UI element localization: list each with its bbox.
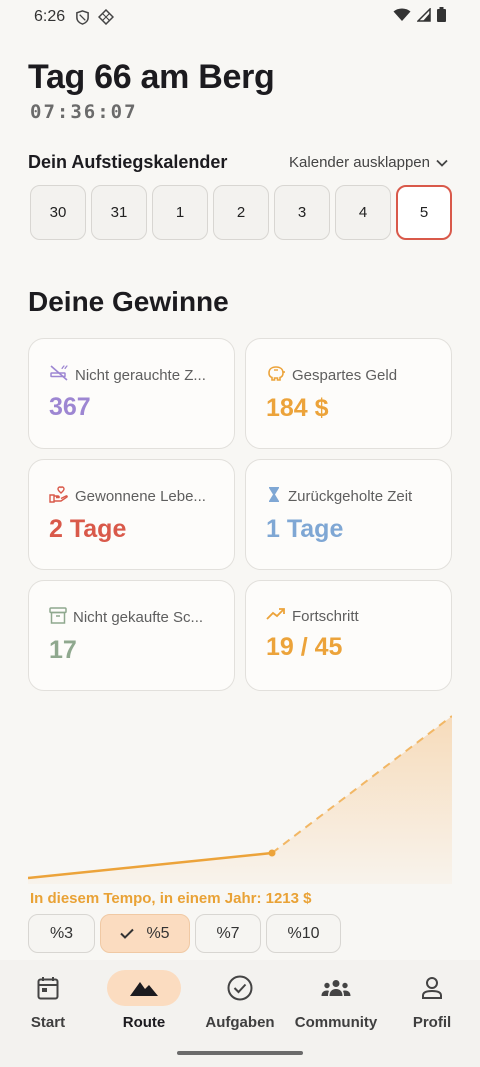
gain-value: 1 Tage	[266, 515, 344, 543]
calendar-day[interactable]: 4	[335, 185, 391, 240]
rate-option[interactable]: %10	[266, 914, 341, 953]
battery-icon	[437, 7, 446, 27]
elapsed-timer: 07:36:07	[30, 101, 138, 123]
expand-calendar-button[interactable]: Kalender ausklappen	[289, 154, 448, 171]
gain-value: 19 / 45	[266, 633, 343, 661]
calendar-title: Dein Aufstiegskalender	[28, 152, 228, 172]
gains-title: Deine Gewinne	[28, 286, 229, 317]
rate-option[interactable]: %7	[195, 914, 261, 953]
calendar-days: 30 31 1 2 3 4 5	[30, 185, 452, 240]
hand-heart-icon	[49, 486, 69, 507]
chevron-down-icon	[436, 154, 448, 171]
gain-label: Zurückgeholte Zeit	[288, 488, 413, 505]
rate-option-label: %5	[146, 924, 170, 942]
rate-option-selected[interactable]: %5	[100, 914, 190, 953]
calendar-header: Dein Aufstiegskalender Kalender ausklapp…	[28, 152, 448, 173]
calendar-day[interactable]: 1	[152, 185, 208, 240]
gain-value: 367	[49, 393, 91, 421]
nav-item-start[interactable]: Start	[0, 970, 96, 1031]
expand-calendar-label: Kalender ausklappen	[289, 154, 430, 171]
nav-label: Community	[294, 1014, 378, 1031]
gain-label: Nicht gekaufte Sc...	[73, 609, 204, 626]
nav-item-aufgaben[interactable]: Aufgaben	[192, 970, 288, 1031]
nav-label: Start	[30, 1014, 66, 1031]
piggy-bank-icon	[266, 365, 286, 386]
wifi-icon	[393, 8, 411, 27]
savings-projection-chart	[28, 715, 452, 884]
calendar-day[interactable]: 3	[274, 185, 330, 240]
gain-value: 2 Tage	[49, 515, 127, 543]
current-point	[268, 849, 276, 857]
calendar-icon	[0, 970, 96, 1006]
gain-label: Gewonnene Lebe...	[75, 488, 206, 505]
gain-value: 17	[49, 636, 77, 664]
calendar-day[interactable]: 2	[213, 185, 269, 240]
rate-option-label: %7	[216, 924, 240, 942]
nav-item-community[interactable]: Community	[288, 970, 384, 1031]
nav-label: Aufgaben	[205, 1014, 275, 1031]
person-icon	[384, 970, 480, 1006]
gain-card-life[interactable]: Gewonnene Lebe... 2 Tage	[28, 459, 235, 570]
gain-card-cigarettes[interactable]: Nicht gerauchte Z... 367	[28, 338, 235, 449]
group-icon	[288, 970, 384, 1006]
check-circle-icon	[192, 970, 288, 1006]
nav-label: Route	[122, 1014, 166, 1031]
calendar-day-selected[interactable]: 5	[396, 185, 452, 240]
diamond-grid-icon	[98, 9, 115, 25]
gain-card-progress[interactable]: Fortschritt 19 / 45	[245, 580, 452, 691]
nav-item-profil[interactable]: Profil	[384, 970, 480, 1031]
gain-card-money[interactable]: Gespartes Geld 184 $	[245, 338, 452, 449]
shield-icon	[75, 9, 90, 25]
status-bar: 6:26	[0, 0, 480, 34]
gain-card-time[interactable]: Zurückgeholte Zeit 1 Tage	[245, 459, 452, 570]
page-title: Tag 66 am Berg	[28, 58, 275, 96]
status-time: 6:26	[34, 8, 66, 25]
rate-option[interactable]: %3	[28, 914, 95, 953]
projection-text: In diesem Tempo, in einem Jahr: 1213 $	[30, 890, 312, 907]
nav-label: Profil	[412, 1014, 452, 1031]
gain-label: Gespartes Geld	[292, 367, 398, 384]
calendar-day[interactable]: 30	[30, 185, 86, 240]
rate-option-label: %3	[49, 924, 74, 942]
no-smoking-icon	[49, 365, 69, 385]
nav-item-route[interactable]: Route	[96, 970, 192, 1031]
gain-value: 184 $	[266, 394, 329, 422]
gain-label: Fortschritt	[292, 607, 359, 625]
gain-card-unbought[interactable]: Nicht gekaufte Sc... 17	[28, 580, 235, 691]
cell-signal-icon	[416, 6, 431, 27]
home-indicator[interactable]	[177, 1051, 303, 1055]
check-icon	[120, 928, 135, 939]
hourglass-icon	[266, 486, 282, 507]
gain-label: Nicht gerauchte Z...	[75, 366, 206, 384]
rate-options: %3 %5 %7 %10	[28, 914, 341, 953]
calendar-day[interactable]: 31	[91, 185, 147, 240]
trending-up-icon	[266, 607, 286, 625]
archive-box-icon	[49, 607, 67, 628]
gains-grid: Nicht gerauchte Z... 367 Gespartes Geld …	[28, 338, 452, 691]
mountain-icon	[107, 970, 181, 1006]
projection-area	[28, 716, 452, 884]
rate-option-label: %10	[287, 924, 320, 942]
